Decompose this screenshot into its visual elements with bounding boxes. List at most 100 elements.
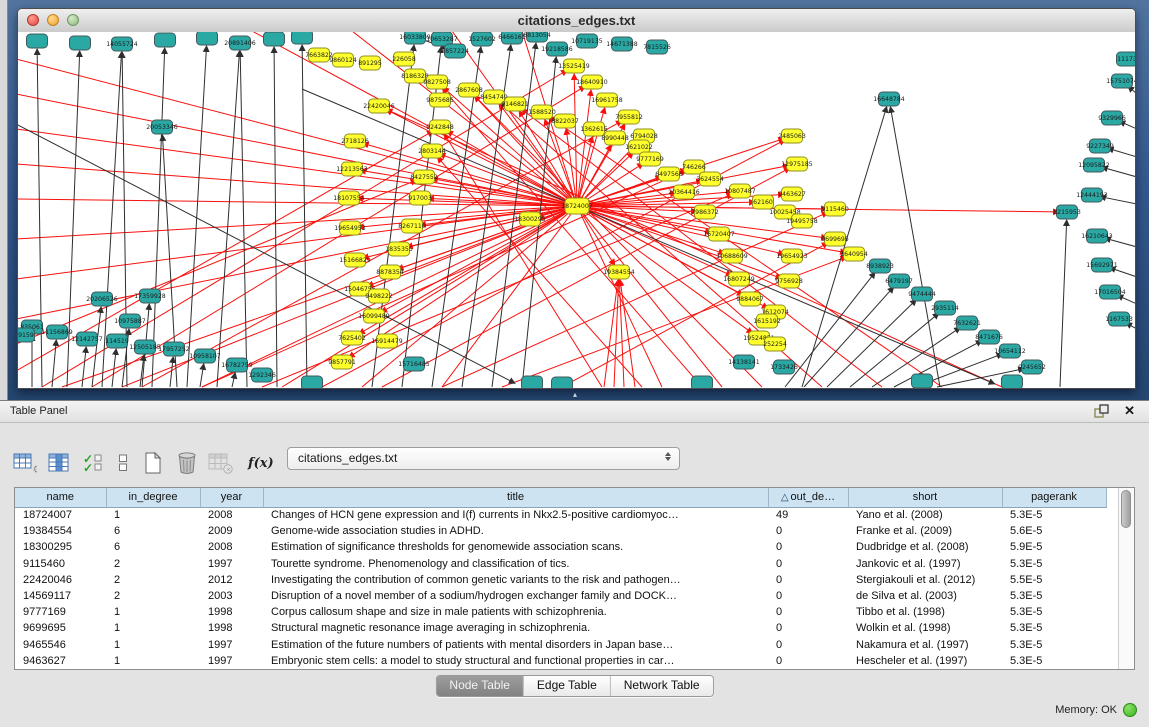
table-cell[interactable]: 5.6E-5: [1002, 523, 1106, 539]
graph-node[interactable]: 1615192: [753, 314, 781, 328]
table-cell[interactable]: Nakamura et al. (1997): [848, 637, 1002, 653]
graph-node[interactable]: 8878354: [376, 265, 404, 279]
graph-node[interactable]: 9857791: [328, 355, 356, 369]
graph-node[interactable]: 16099489: [358, 309, 390, 323]
column-header[interactable]: △out_de…: [768, 488, 848, 507]
function-builder-icon[interactable]: f(x): [248, 456, 274, 471]
graph-node[interactable]: 39159: [18, 328, 35, 342]
table-cell[interactable]: 1: [106, 637, 200, 653]
graph-node[interactable]: 11156869: [41, 325, 73, 339]
graph-node[interactable]: 9463627: [778, 187, 806, 201]
graph-node[interactable]: 1292346: [248, 368, 276, 382]
graph-node[interactable]: [27, 34, 48, 48]
table-cell[interactable]: 0: [768, 539, 848, 555]
table-cell[interactable]: 0: [768, 637, 848, 653]
graph-node[interactable]: 9498222: [365, 289, 393, 303]
table-cell[interactable]: 1997: [200, 653, 263, 669]
table-cell[interactable]: 9465546: [15, 637, 106, 653]
table-cell[interactable]: 49: [768, 507, 848, 523]
graph-node[interactable]: 11173: [1117, 52, 1136, 66]
table-cell[interactable]: 2008: [200, 507, 263, 523]
table-row[interactable]: 969969511998Structural magnetic resonanc…: [15, 620, 1106, 636]
graph-node[interactable]: 6497568: [655, 167, 683, 181]
table-cell[interactable]: 6: [106, 539, 200, 555]
table-cell[interactable]: 2: [106, 572, 200, 588]
graph-node[interactable]: 6466161: [498, 32, 526, 44]
graph-node[interactable]: 15751074: [1106, 74, 1135, 88]
tab-node-table[interactable]: Node Table: [436, 676, 524, 696]
graph-node[interactable]: 15166829: [339, 253, 371, 267]
table-cell[interactable]: Investigating the contribution of common…: [263, 572, 768, 588]
graph-node[interactable]: 9245652: [1018, 360, 1046, 374]
table-cell[interactable]: Estimation of significance thresholds fo…: [263, 539, 768, 555]
table-cell[interactable]: 9463627: [15, 653, 106, 669]
table-cell[interactable]: 22420046: [15, 572, 106, 588]
column-header[interactable]: year: [200, 488, 263, 507]
graph-node[interactable]: 9242848: [426, 120, 454, 134]
graph-node[interactable]: 19384554: [603, 265, 635, 279]
graph-node[interactable]: 19654923: [776, 249, 808, 263]
table-cell[interactable]: 1997: [200, 556, 263, 572]
table-cell[interactable]: 2009: [200, 523, 263, 539]
table-cell[interactable]: Dudbridge et al. (2008): [848, 539, 1002, 555]
graph-node[interactable]: 8427552: [410, 170, 438, 184]
graph-node[interactable]: 17359928: [134, 289, 166, 303]
table-row[interactable]: 1830029562008Estimation of significance …: [15, 539, 1106, 555]
table-cell[interactable]: 0: [768, 620, 848, 636]
graph-node[interactable]: 20891406: [224, 36, 256, 50]
table-cell[interactable]: Estimation of the future numbers of pati…: [263, 637, 768, 653]
graph-node[interactable]: 10975887: [114, 314, 146, 328]
table-cell[interactable]: 1: [106, 653, 200, 669]
table-cell[interactable]: 5.9E-5: [1002, 539, 1106, 555]
table-cell[interactable]: Structural magnetic resonance image aver…: [263, 620, 768, 636]
table-cell[interactable]: 2003: [200, 588, 263, 604]
table-selector-dropdown[interactable]: citations_edges.txt: [287, 447, 680, 470]
graph-node[interactable]: [292, 32, 313, 44]
table-cell[interactable]: 1997: [200, 637, 263, 653]
table-cell[interactable]: Tourette syndrome. Phenomenology and cla…: [263, 556, 768, 572]
table-cell[interactable]: 1: [106, 507, 200, 523]
graph-node[interactable]: 9115460: [821, 202, 849, 216]
column-header[interactable]: title: [263, 488, 768, 507]
graph-node[interactable]: 9756928: [775, 274, 803, 288]
graph-node[interactable]: 9227349: [1086, 139, 1114, 153]
table-cell[interactable]: 1998: [200, 620, 263, 636]
graph-node[interactable]: 7857224: [441, 44, 469, 58]
column-header[interactable]: name: [15, 488, 106, 507]
table-cell[interactable]: 0: [768, 572, 848, 588]
graph-node[interactable]: 18724007: [561, 198, 593, 214]
graph-node[interactable]: 7955812: [615, 110, 643, 124]
table-cell[interactable]: Genome-wide association studies in ADHD.: [263, 523, 768, 539]
table-cell[interactable]: 1998: [200, 604, 263, 620]
table-row[interactable]: 1872400712008Changes of HCN gene express…: [15, 507, 1106, 523]
table-row[interactable]: 946554611997Estimation of the future num…: [15, 637, 1106, 653]
graph-node[interactable]: 2718126: [341, 134, 369, 148]
table-cell[interactable]: 9699695: [15, 620, 106, 636]
graph-node[interactable]: 18640910: [576, 75, 608, 89]
graph-node[interactable]: 9827508: [423, 75, 451, 89]
table-cell[interactable]: de Silva et al. (2003): [848, 588, 1002, 604]
graph-node[interactable]: 8813054: [523, 32, 551, 42]
column-header[interactable]: in_degree: [106, 488, 200, 507]
graph-node[interactable]: 13525419: [558, 59, 590, 73]
graph-node[interactable]: 9329966: [1098, 111, 1126, 125]
table-cell[interactable]: Franke et al. (2009): [848, 523, 1002, 539]
table-cell[interactable]: Stergiakouli et al. (2012): [848, 572, 1002, 588]
window-titlebar[interactable]: citations_edges.txt: [18, 9, 1135, 33]
graph-node[interactable]: 18300295: [514, 212, 546, 226]
graph-node[interactable]: 2803144: [418, 144, 446, 158]
scrollbar-thumb[interactable]: [1121, 490, 1131, 528]
graph-node[interactable]: 1835355: [385, 242, 413, 256]
network-canvas[interactable]: 1405572420891406766382298601248912951603…: [18, 32, 1135, 388]
graph-node[interactable]: [70, 36, 91, 50]
table-cell[interactable]: Tibbo et al. (1998): [848, 604, 1002, 620]
graph-node[interactable]: [552, 377, 573, 388]
table-cell[interactable]: 2: [106, 588, 200, 604]
graph-node[interactable]: 917003: [408, 191, 432, 205]
table-cell[interactable]: 5.3E-5: [1002, 637, 1106, 653]
table-row[interactable]: 1938455462009Genome-wide association stu…: [15, 523, 1106, 539]
table-cell[interactable]: 19384554: [15, 523, 106, 539]
table-cell[interactable]: 1: [106, 620, 200, 636]
graph-node[interactable]: 16961758: [591, 93, 623, 107]
graph-node[interactable]: 9777169: [636, 152, 664, 166]
